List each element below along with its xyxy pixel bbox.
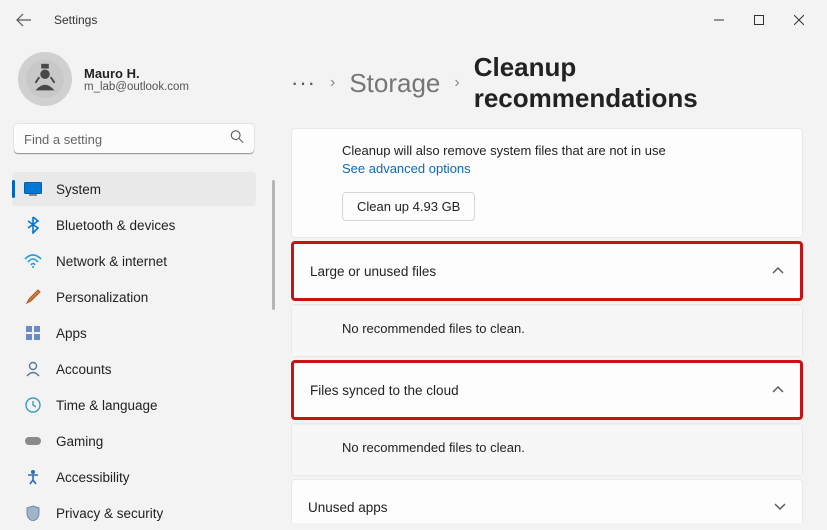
nav-bluetooth[interactable]: Bluetooth & devices [12, 208, 256, 242]
user-name: Mauro H. [84, 66, 189, 81]
chevron-up-icon [772, 262, 784, 280]
section-large-files: Large or unused files [291, 241, 803, 301]
minimize-icon [714, 15, 724, 25]
gamepad-icon [24, 432, 42, 450]
close-button[interactable] [779, 5, 819, 35]
chevron-up-icon [772, 381, 784, 399]
cleanup-button[interactable]: Clean up 4.93 GB [342, 192, 475, 221]
nav-accessibility[interactable]: Accessibility [12, 460, 256, 494]
wifi-icon [24, 252, 42, 270]
chevron-right-icon: › [454, 74, 459, 92]
nav-system[interactable]: System [12, 172, 256, 206]
nav-label: Time & language [56, 398, 158, 413]
section-cloud-body: No recommended files to clean. [291, 423, 803, 476]
breadcrumb-storage[interactable]: Storage [349, 68, 440, 99]
section-title: Large or unused files [310, 264, 436, 279]
section-unused-apps: Unused apps [291, 479, 803, 523]
section-body-text: No recommended files to clean. [342, 440, 525, 455]
section-cloud-files: Files synced to the cloud [291, 360, 803, 420]
section-header-cloud[interactable]: Files synced to the cloud [294, 363, 800, 417]
nav-network[interactable]: Network & internet [12, 244, 256, 278]
sidebar-scrollbar[interactable] [272, 180, 275, 310]
breadcrumb-more[interactable]: ··· [291, 70, 316, 96]
back-arrow-icon [16, 12, 32, 28]
nav-label: Network & internet [56, 254, 167, 269]
nav-personalization[interactable]: Personalization [12, 280, 256, 314]
cleanup-summary-panel: Cleanup will also remove system files th… [291, 128, 803, 238]
section-large-body: No recommended files to clean. [291, 304, 803, 357]
brush-icon [24, 288, 42, 306]
nav-label: Apps [56, 326, 87, 341]
nav-gaming[interactable]: Gaming [12, 424, 256, 458]
shield-icon [24, 504, 42, 522]
person-icon [24, 360, 42, 378]
nav-label: System [56, 182, 101, 197]
bluetooth-icon [24, 216, 42, 234]
breadcrumb: ··· › Storage › Cleanup recommendations [291, 52, 803, 114]
nav-privacy[interactable]: Privacy & security [12, 496, 256, 530]
maximize-icon [754, 15, 764, 25]
back-button[interactable] [8, 4, 40, 36]
nav-label: Accounts [56, 362, 112, 377]
maximize-button[interactable] [739, 5, 779, 35]
nav-label: Bluetooth & devices [56, 218, 175, 233]
chevron-right-icon: › [330, 74, 335, 92]
cleanup-description: Cleanup will also remove system files th… [342, 143, 786, 158]
sidebar: Mauro H. m_lab@outlook.com System Blueto… [0, 40, 275, 523]
nav-label: Personalization [56, 290, 148, 305]
window-controls [699, 5, 819, 35]
section-header-large[interactable]: Large or unused files [294, 244, 800, 298]
app-title: Settings [54, 13, 97, 27]
system-icon [24, 180, 42, 198]
search-icon [230, 130, 244, 149]
nav-label: Privacy & security [56, 506, 163, 521]
nav-label: Gaming [56, 434, 103, 449]
avatar [18, 52, 72, 106]
minimize-button[interactable] [699, 5, 739, 35]
page-title: Cleanup recommendations [474, 52, 803, 114]
nav-apps[interactable]: Apps [12, 316, 256, 350]
section-title: Files synced to the cloud [310, 383, 459, 398]
close-icon [794, 15, 804, 25]
nav-accounts[interactable]: Accounts [12, 352, 256, 386]
section-header-unused[interactable]: Unused apps [292, 480, 802, 523]
search-box [14, 124, 254, 154]
apps-icon [24, 324, 42, 342]
accessibility-icon [24, 468, 42, 486]
clock-icon [24, 396, 42, 414]
nav-time[interactable]: Time & language [12, 388, 256, 422]
nav-label: Accessibility [56, 470, 130, 485]
titlebar: Settings [0, 0, 827, 40]
chevron-down-icon [774, 498, 786, 516]
section-body-text: No recommended files to clean. [342, 321, 525, 336]
section-title: Unused apps [308, 500, 388, 515]
user-email: m_lab@outlook.com [84, 81, 189, 93]
main-content: ··· › Storage › Cleanup recommendations … [275, 40, 827, 523]
profile[interactable]: Mauro H. m_lab@outlook.com [12, 48, 275, 124]
advanced-options-link[interactable]: See advanced options [342, 161, 471, 176]
search-input[interactable] [14, 124, 254, 154]
nav: System Bluetooth & devices Network & int… [12, 172, 275, 530]
